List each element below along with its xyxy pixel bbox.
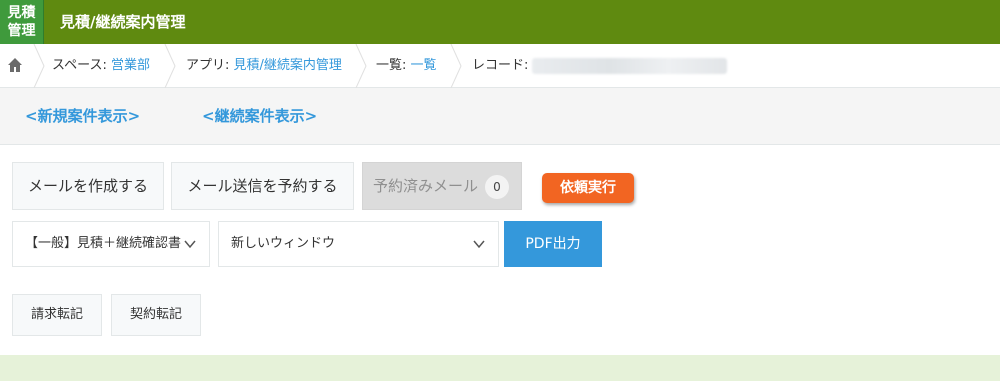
scheduled-mail-button[interactable]: 予約済みメール 0 [362,162,522,210]
home-icon[interactable] [6,56,24,74]
breadcrumb-list-link[interactable]: 一覧 [411,58,437,73]
breadcrumb-app-label: アプリ: [186,58,234,73]
pdf-output-button[interactable]: PDF出力 [504,221,602,267]
template-select[interactable]: 【一般】見積＋継続確認書 [12,221,210,267]
breadcrumb-separator-icon [355,44,367,88]
contract-transfer-button[interactable]: 契約転記 [111,294,201,336]
record-details-panel [0,355,1000,381]
execute-request-button[interactable]: 依頼実行 [542,173,634,203]
continuing-cases-view-link[interactable]: <継続案件表示> [202,88,317,145]
breadcrumb-space[interactable]: スペース: 営業部 [52,44,150,88]
create-mail-button[interactable]: メールを作成する [12,162,164,210]
app-title: 見積/継続案内管理 [60,13,186,31]
window-select-value: 新しいウィンドウ [231,236,336,251]
app-header: 見積 管理 見積/継続案内管理 [0,0,1000,44]
breadcrumb-record-redacted [532,58,727,74]
schedule-mail-button[interactable]: メール送信を予約する [171,162,354,210]
breadcrumb-list-label: 一覧: [376,58,411,73]
breadcrumb-space-link[interactable]: 営業部 [111,58,150,73]
breadcrumb-app-link[interactable]: 見積/継続案内管理 [234,58,342,73]
app-icon-label-bottom: 管理 [7,23,36,39]
scheduled-mail-label: 予約済みメール [373,177,479,195]
breadcrumb: スペース: 営業部 アプリ: 見積/継続案内管理 一覧: 一覧 レコード: [0,44,1000,88]
app-icon[interactable]: 見積 管理 [0,0,44,44]
chevron-down-icon [473,240,485,249]
chevron-down-icon [184,240,196,249]
billing-transfer-button[interactable]: 請求転記 [12,294,102,336]
scheduled-mail-count-badge: 0 [485,175,509,199]
new-cases-view-link[interactable]: <新規案件表示> [25,88,140,145]
breadcrumb-space-label: スペース: [52,58,111,73]
app-icon-label-top: 見積 [7,5,36,21]
breadcrumb-app[interactable]: アプリ: 見積/継続案内管理 [186,44,342,88]
breadcrumb-record-label: レコード: [472,58,529,73]
window-select[interactable]: 新しいウィンドウ [218,221,499,267]
view-links-bar: <新規案件表示> <継続案件表示> [0,88,1000,145]
breadcrumb-list[interactable]: 一覧: 一覧 [376,44,437,88]
breadcrumb-separator-icon [164,44,176,88]
breadcrumb-separator-icon [450,44,462,88]
template-select-value: 【一般】見積＋継続確認書 [25,236,182,251]
breadcrumb-separator-icon [33,44,45,88]
